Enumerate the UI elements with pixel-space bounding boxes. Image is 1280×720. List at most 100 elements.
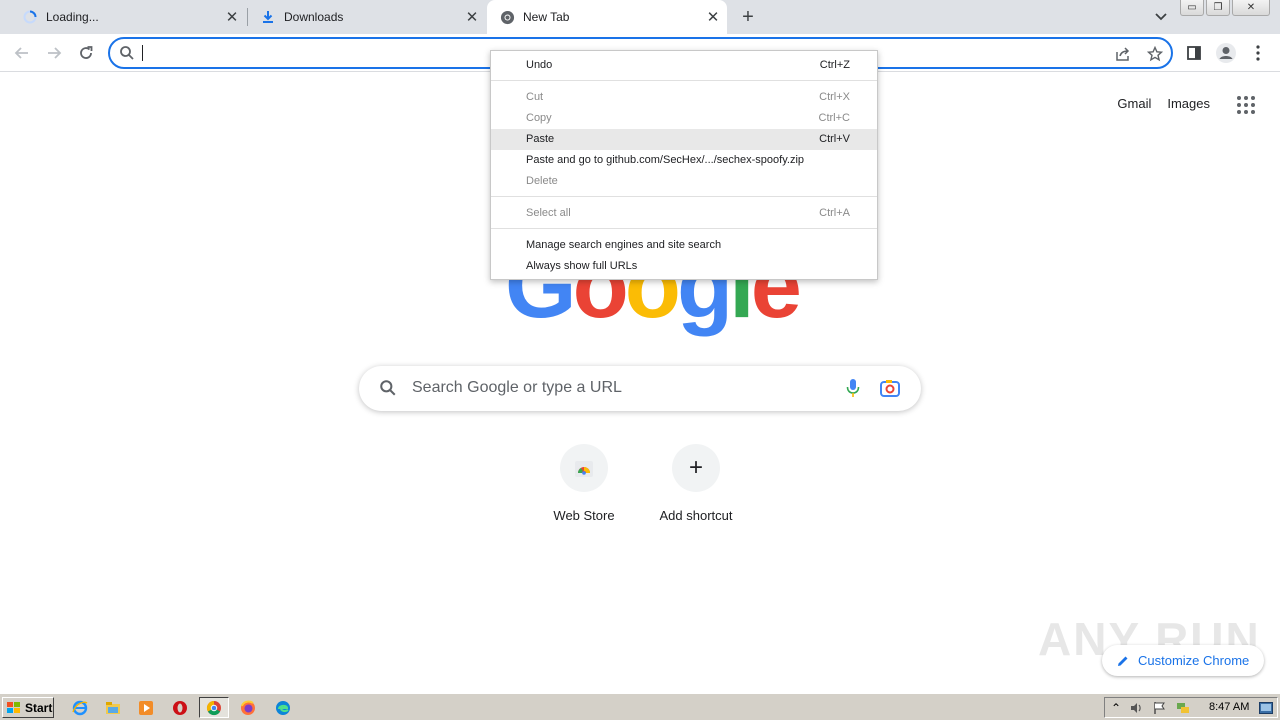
- system-tray: ⌃ 8:47 AM: [1104, 697, 1278, 718]
- customize-chrome-button[interactable]: Customize Chrome: [1102, 645, 1264, 676]
- taskbar-chrome[interactable]: [199, 697, 229, 718]
- camera-search-icon[interactable]: [879, 378, 901, 398]
- tab-loading[interactable]: Loading... ✕: [8, 0, 246, 34]
- loading-spinner-icon: [22, 9, 38, 25]
- back-button[interactable]: [8, 39, 36, 67]
- menu-item-shortcut: Ctrl+A: [819, 207, 850, 219]
- windows-flag-icon: [7, 701, 20, 713]
- volume-icon[interactable]: [1129, 700, 1145, 716]
- menu-item-delete[interactable]: Delete: [491, 171, 877, 192]
- shortcut-add[interactable]: + Add shortcut: [640, 444, 752, 523]
- share-icon[interactable]: [1114, 45, 1132, 63]
- taskbar-internet-explorer[interactable]: [68, 697, 92, 718]
- taskbar-edge[interactable]: [271, 697, 295, 718]
- file-explorer-icon: [106, 701, 120, 714]
- chevron-down-icon: [1155, 13, 1167, 21]
- forward-button[interactable]: [40, 39, 68, 67]
- text-caret: [142, 45, 143, 61]
- menu-item-select-all[interactable]: Select all Ctrl+A: [491, 203, 877, 224]
- menu-item-shortcut: Ctrl+C: [818, 112, 850, 124]
- images-link[interactable]: Images: [1167, 96, 1210, 111]
- taskbar-opera[interactable]: [168, 697, 192, 718]
- menu-item-label: Undo: [526, 59, 553, 71]
- search-icon: [120, 46, 134, 60]
- search-placeholder: Search Google or type a URL: [412, 379, 622, 396]
- menu-item-copy[interactable]: Copy Ctrl+C: [491, 108, 877, 129]
- profile-button[interactable]: [1212, 39, 1240, 67]
- menu-item-cut[interactable]: Cut Ctrl+X: [491, 87, 877, 108]
- download-icon: [260, 9, 276, 25]
- close-tab-icon[interactable]: ✕: [224, 9, 240, 26]
- shortcut-web-store[interactable]: Web Store: [528, 444, 640, 523]
- customize-label: Customize Chrome: [1138, 653, 1250, 668]
- menu-item-always-show-full-urls[interactable]: Always show full URLs: [491, 256, 877, 277]
- google-apps-button[interactable]: [1236, 95, 1256, 115]
- bookmark-star-icon[interactable]: [1146, 45, 1164, 63]
- menu-item-manage-search-engines[interactable]: Manage search engines and site search: [491, 235, 877, 256]
- close-window-button[interactable]: ✕: [1232, 0, 1270, 16]
- tab-title: Loading...: [46, 10, 99, 24]
- close-tab-icon[interactable]: ✕: [464, 9, 480, 26]
- menu-item-label: Paste: [526, 133, 555, 145]
- web-store-icon: [575, 461, 593, 477]
- tab-strip: Loading... ✕ Downloads ✕ New Tab ✕ + ▭ ❐…: [0, 0, 1280, 34]
- show-desktop-icon[interactable]: [1258, 700, 1274, 716]
- search-icon: [380, 380, 396, 396]
- plus-icon: +: [688, 454, 703, 481]
- top-links: Gmail Images: [1101, 96, 1210, 111]
- new-tab-button[interactable]: +: [736, 5, 760, 29]
- pencil-icon: [1118, 656, 1128, 666]
- tab-downloads[interactable]: Downloads ✕: [248, 0, 486, 34]
- side-panel-icon: [1187, 46, 1201, 60]
- arrow-left-icon: [14, 47, 28, 59]
- context-menu: Undo Ctrl+Z Cut Ctrl+X Copy Ctrl+C Paste…: [490, 50, 878, 280]
- menu-item-paste-and-go[interactable]: Paste and go to github.com/SecHex/.../se…: [491, 150, 877, 171]
- opera-icon: [173, 700, 187, 715]
- taskbar: Start ⌃ 8:47 AM: [0, 693, 1280, 720]
- menu-item-label: Always show full URLs: [526, 260, 638, 272]
- shortcut-label: Web Store: [553, 508, 615, 523]
- side-panel-button[interactable]: [1180, 39, 1208, 67]
- close-icon: ✕: [1246, 2, 1256, 13]
- restore-icon: ❐: [1213, 2, 1223, 13]
- taskbar-file-explorer[interactable]: [101, 697, 125, 718]
- network-icon[interactable]: [1175, 700, 1191, 716]
- tray-expand-icon[interactable]: ⌃: [1108, 700, 1124, 716]
- shortcut-icon-circle: +: [672, 444, 720, 492]
- minimize-button[interactable]: ▭: [1180, 0, 1204, 16]
- menu-item-shortcut: Ctrl+V: [819, 133, 850, 145]
- shortcut-icon-circle: [560, 444, 608, 492]
- menu-button[interactable]: [1244, 39, 1272, 67]
- menu-separator: [491, 228, 877, 229]
- menu-item-label: Delete: [526, 175, 558, 187]
- media-player-icon: [139, 700, 153, 715]
- action-center-flag-icon[interactable]: [1152, 700, 1168, 716]
- start-button[interactable]: Start: [2, 697, 54, 718]
- microphone-icon[interactable]: [845, 378, 861, 398]
- tab-new-tab[interactable]: New Tab ✕: [487, 0, 727, 34]
- menu-item-shortcut: Ctrl+X: [819, 91, 850, 103]
- close-tab-icon[interactable]: ✕: [705, 9, 721, 26]
- taskbar-firefox[interactable]: [236, 697, 260, 718]
- menu-item-label: Paste and go to github.com/SecHex/.../se…: [526, 154, 805, 166]
- gmail-link[interactable]: Gmail: [1117, 96, 1151, 111]
- restore-button[interactable]: ❐: [1206, 0, 1230, 16]
- chrome-icon: [499, 9, 515, 25]
- tab-title: New Tab: [523, 10, 570, 24]
- search-box[interactable]: Search Google or type a URL: [359, 366, 921, 411]
- window-controls: ▭ ❐ ✕: [1178, 0, 1270, 16]
- menu-item-undo[interactable]: Undo Ctrl+Z: [491, 55, 877, 76]
- avatar-icon: [1216, 43, 1236, 63]
- menu-item-paste[interactable]: Paste Ctrl+V: [491, 129, 877, 150]
- internet-explorer-icon: [72, 700, 88, 715]
- taskbar-media-player[interactable]: [134, 697, 158, 718]
- menu-item-label: Manage search engines and site search: [526, 239, 722, 251]
- more-vert-icon: [1256, 45, 1260, 61]
- clock[interactable]: 8:47 AM: [1209, 701, 1249, 713]
- arrow-right-icon: [48, 47, 62, 59]
- tab-search-button[interactable]: [1150, 6, 1172, 28]
- shortcut-label: Add shortcut: [659, 508, 733, 523]
- reload-button[interactable]: [72, 39, 100, 67]
- chrome-icon: [206, 700, 221, 715]
- tab-title: Downloads: [284, 10, 344, 24]
